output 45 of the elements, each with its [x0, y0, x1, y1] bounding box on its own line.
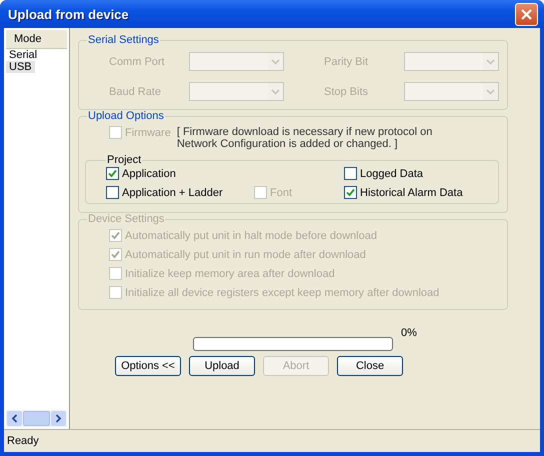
checkbox-label: Firmware	[125, 126, 171, 138]
group-title: Upload Options	[87, 110, 165, 122]
checkbox-label: Application + Ladder	[122, 186, 223, 198]
dropdown-field[interactable]	[404, 82, 499, 101]
dialog-button[interactable]: Upload	[189, 356, 255, 376]
list-item[interactable]: Serial	[6, 49, 40, 61]
dialog-button[interactable]: Options <<	[115, 356, 181, 376]
chevron-icon	[483, 83, 498, 100]
status-text: Ready	[7, 435, 39, 447]
progress-percent: 0%	[401, 327, 417, 339]
checkbox-label: Historical Alarm Data	[360, 186, 463, 198]
close-button[interactable]	[515, 2, 538, 26]
close-icon	[521, 8, 532, 20]
field-label: Parity Bit	[324, 56, 370, 68]
group-title: Device Settings	[87, 213, 166, 225]
chevron-icon	[483, 53, 498, 70]
checkbox-label: Initialize keep memory area after download	[125, 268, 335, 280]
chevron-icon	[268, 83, 283, 100]
field-label: Baud Rate	[109, 86, 162, 98]
field-label: Comm Port	[109, 56, 166, 68]
column-header: Mode	[6, 30, 67, 49]
checkbox[interactable]	[344, 167, 357, 180]
chevron-icon	[268, 53, 283, 70]
checkbox[interactable]	[344, 186, 357, 199]
dialog-button[interactable]: Close	[337, 356, 403, 376]
checkbox-label: Logged Data	[360, 168, 423, 180]
field-label: Stop Bits	[324, 86, 370, 98]
checkbox-label: Initialize all device registers except keep memory after download	[125, 286, 440, 298]
scroll-left-icon[interactable]	[7, 411, 22, 426]
checkbox-label: Font	[270, 186, 292, 198]
dropdown-field[interactable]	[189, 82, 284, 101]
dropdown-field[interactable]	[189, 52, 284, 71]
scrollbar[interactable]	[6, 410, 67, 427]
scroll-right-icon[interactable]	[51, 411, 66, 426]
checkbox-label: Application	[122, 168, 176, 180]
dropdown-field[interactable]	[404, 52, 499, 71]
checkbox[interactable]	[106, 186, 119, 199]
group-title: Project	[106, 154, 142, 166]
group-title: Serial Settings	[87, 34, 160, 46]
checkbox-label: Automatically put unit in halt mode before download	[125, 230, 377, 242]
list-item[interactable]: USB	[6, 61, 35, 73]
window-title: Upload from device	[8, 6, 129, 22]
checkbox[interactable]	[106, 167, 119, 180]
note-text: [ Firmware download is necessary if new protocol on Network Configuration is added or changed. ]	[176, 126, 434, 150]
checkbox-label: Automatically put unit in run mode after download	[125, 248, 366, 260]
